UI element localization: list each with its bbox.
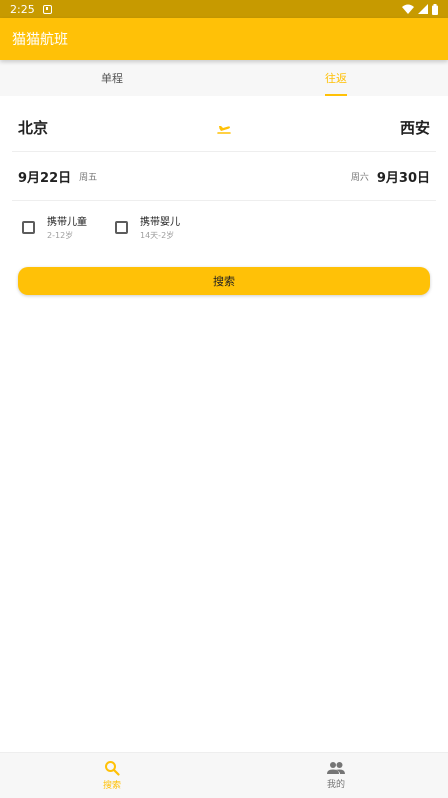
people-icon: [327, 762, 345, 774]
tab-round-trip[interactable]: 往返: [224, 60, 448, 96]
passenger-options: 携带儿童 2-12岁 携带婴儿 14天-2岁: [12, 205, 436, 249]
return-weekday: 周六: [350, 173, 369, 183]
infant-option-label: 携带婴儿: [140, 217, 180, 228]
child-checkbox[interactable]: [22, 220, 35, 234]
status-bar: 2:25: [0, 0, 448, 18]
child-option-label: 携带儿童: [47, 217, 87, 228]
airplane-takeoff-icon[interactable]: [217, 122, 231, 134]
return-date-value: 9月30日: [376, 171, 430, 186]
search-icon: [105, 761, 120, 776]
dates-row: 9月22日 周五 周六 9月30日: [12, 153, 436, 201]
tab-one-way-label: 单程: [101, 72, 123, 85]
departure-date[interactable]: 9月22日 周五: [18, 167, 97, 186]
child-option-age: 2-12岁: [47, 231, 74, 240]
status-time: 2:25: [10, 2, 35, 16]
tab-indicator: [325, 94, 347, 96]
infant-checkbox[interactable]: [115, 220, 128, 234]
app-title: 猫猫航班: [12, 32, 68, 48]
trip-type-tabs: 单程 往返: [0, 60, 448, 96]
departure-date-value: 9月22日: [18, 171, 72, 186]
option-with-infant[interactable]: 携带婴儿 14天-2岁: [115, 213, 180, 241]
signal-icon: [418, 4, 428, 14]
nav-search[interactable]: 搜索: [0, 753, 224, 798]
search-button[interactable]: 搜索: [18, 267, 430, 295]
notification-icon: [42, 4, 52, 14]
return-date[interactable]: 周六 9月30日: [351, 167, 430, 186]
option-with-child[interactable]: 携带儿童 2-12岁: [22, 213, 87, 241]
app-bar: 猫猫航班: [0, 18, 448, 60]
wifi-icon: [402, 4, 414, 14]
nav-profile[interactable]: 我的: [224, 753, 448, 798]
departure-city[interactable]: 北京: [18, 117, 48, 138]
route-row: 北京 西安: [12, 104, 436, 152]
departure-weekday: 周五: [79, 173, 98, 183]
nav-profile-label: 我的: [326, 780, 345, 790]
battery-icon: [432, 3, 438, 15]
nav-search-label: 搜索: [102, 781, 121, 791]
arrival-city[interactable]: 西安: [400, 117, 430, 138]
tab-one-way[interactable]: 单程: [0, 60, 224, 96]
status-icons: [402, 3, 438, 15]
infant-option-age: 14天-2岁: [140, 231, 175, 240]
bottom-nav: 搜索 我的: [0, 752, 448, 798]
tab-round-trip-label: 往返: [325, 72, 347, 85]
